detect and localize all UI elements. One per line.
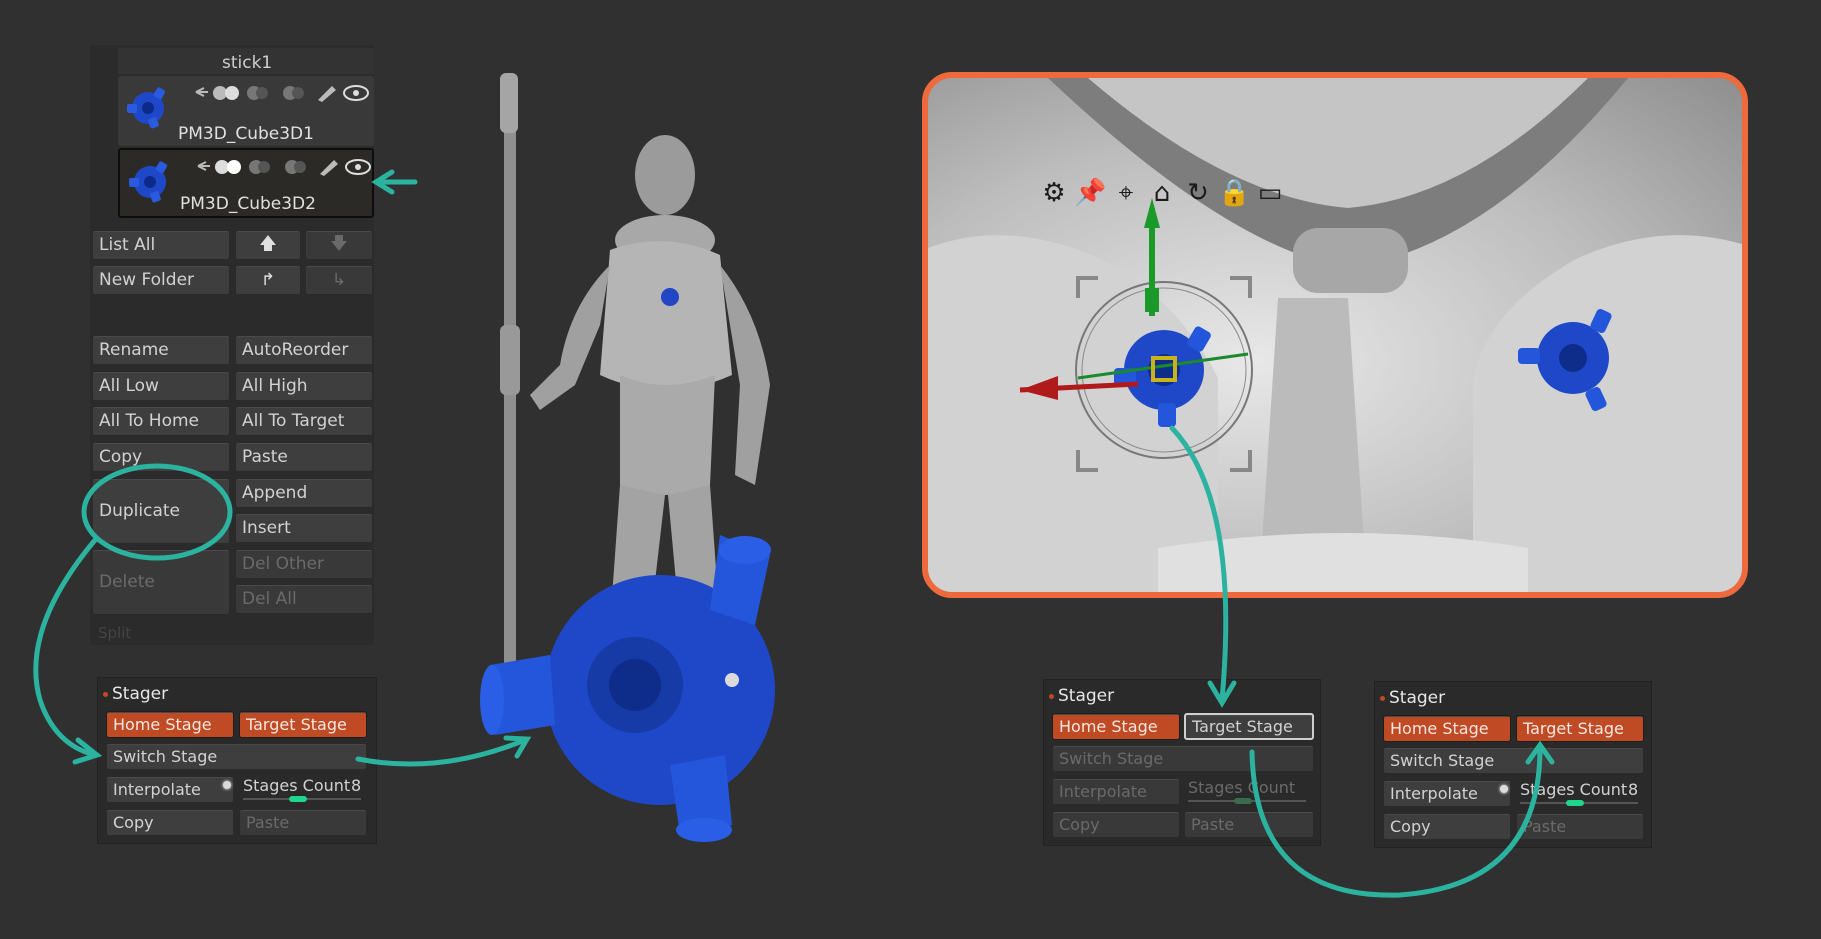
home-stage-button[interactable]: Home Stage <box>1052 713 1180 740</box>
subtool-item-pm3d-cube3d2[interactable]: PM3D_Cube3D2 <box>118 148 374 218</box>
all-high-button[interactable]: All High <box>235 371 373 401</box>
toggle-indicator-icon <box>1500 785 1508 793</box>
subtool-item-stick1[interactable]: stick1 <box>118 48 374 74</box>
list-all-button[interactable]: List All <box>92 230 230 260</box>
insert-button[interactable]: Insert <box>235 513 373 543</box>
interpolate-label: Interpolate <box>113 780 201 799</box>
stages-count-slider[interactable]: Stages Count 8 <box>1516 780 1644 807</box>
stager-copy-button[interactable]: Copy <box>1383 813 1511 840</box>
all-low-button[interactable]: All Low <box>92 371 230 401</box>
stager-title: Stager <box>112 684 169 704</box>
subtool-visibility-controls[interactable] <box>196 156 374 178</box>
move-into-folder-button[interactable]: ↱ <box>235 265 301 295</box>
all-to-home-button[interactable]: All To Home <box>92 406 230 436</box>
location-pin-icon[interactable]: ⌖ <box>1110 178 1142 209</box>
stages-count-slider[interactable]: Stages Count <box>1184 778 1314 805</box>
subtool-item-label: PM3D_Cube3D1 <box>178 124 314 144</box>
stager-copy-button[interactable]: Copy <box>106 809 234 836</box>
home-icon[interactable]: ⌂ <box>1146 178 1178 209</box>
copy-button[interactable]: Copy <box>92 442 230 472</box>
viewport-render <box>928 78 1742 592</box>
stager-paste-button[interactable]: Paste <box>1516 813 1644 840</box>
gear-icon[interactable]: ⚙ <box>1038 178 1070 209</box>
autoreorder-button[interactable]: AutoReorder <box>235 335 373 365</box>
slider-knob[interactable] <box>1234 798 1252 804</box>
minus-bar-icon[interactable]: ▭ <box>1254 178 1286 209</box>
append-button[interactable]: Append <box>235 478 373 508</box>
move-up-button[interactable]: 🡅 <box>235 230 301 260</box>
stager-paste-button[interactable]: Paste <box>239 809 367 836</box>
target-stage-button[interactable]: Target Stage <box>1516 715 1644 742</box>
target-stage-button[interactable]: Target Stage <box>239 711 367 738</box>
interpolate-toggle[interactable]: Interpolate <box>1052 778 1180 805</box>
move-out-folder-button[interactable]: ↳ <box>305 265 373 295</box>
arrow-up-icon: 🡅 <box>259 233 277 254</box>
cube3d-thumbnail-icon <box>129 161 168 203</box>
toggle-indicator-icon <box>223 781 231 789</box>
stager-title: Stager <box>1389 688 1446 708</box>
switch-stage-button[interactable]: Switch Stage <box>1052 745 1314 772</box>
pin-icon[interactable]: 📌 <box>1074 178 1106 209</box>
move-down-button[interactable]: 🡇 <box>305 230 373 260</box>
switch-stage-button[interactable]: Switch Stage <box>1383 747 1644 774</box>
home-stage-button[interactable]: Home Stage <box>1383 715 1511 742</box>
stager-copy-button[interactable]: Copy <box>1052 811 1180 838</box>
duplicate-button[interactable]: Duplicate <box>92 478 230 544</box>
stager-indicator-icon <box>1380 696 1385 701</box>
turn-right-arrow-icon: ↱ <box>260 270 276 290</box>
stager-paste-button[interactable]: Paste <box>1184 811 1314 838</box>
del-all-button[interactable]: Del All <box>235 584 373 614</box>
target-stage-button[interactable]: Target Stage <box>1184 713 1314 740</box>
stager-panel-2: Stager Home Stage Target Stage Switch St… <box>1043 679 1321 846</box>
interpolate-label: Interpolate <box>1390 784 1478 803</box>
stager-panel-3: Stager Home Stage Target Stage Switch St… <box>1374 681 1652 848</box>
stager-indicator-icon <box>103 692 108 697</box>
subtool-item-label: PM3D_Cube3D2 <box>180 194 316 214</box>
all-to-target-button[interactable]: All To Target <box>235 406 373 436</box>
lock-icon[interactable]: 🔒 <box>1218 178 1250 209</box>
stages-count-value: 8 <box>351 776 362 795</box>
cube3d-thumbnail-icon <box>127 87 166 129</box>
stager-panel-1: Stager Home Stage Target Stage Switch St… <box>97 677 377 844</box>
reset-icon[interactable]: ↻ <box>1182 178 1214 209</box>
arrow-duplicate-to-stager <box>33 537 98 758</box>
del-other-button[interactable]: Del Other <box>235 549 373 579</box>
stager-title: Stager <box>1058 686 1115 706</box>
slider-knob[interactable] <box>1566 800 1584 806</box>
character-render <box>480 73 775 842</box>
subtool-item-pm3d-cube3d1[interactable]: PM3D_Cube3D1 <box>118 76 374 146</box>
arrow-down-icon: 🡇 <box>330 233 348 254</box>
delete-button[interactable]: Delete <box>92 549 230 615</box>
paste-button[interactable]: Paste <box>235 442 373 472</box>
interpolate-toggle[interactable]: Interpolate <box>106 776 234 803</box>
turn-down-arrow-icon: ↳ <box>331 270 347 290</box>
stager-indicator-icon <box>1049 694 1054 699</box>
stages-count-label: Stages Count <box>1188 778 1296 797</box>
new-folder-button[interactable]: New Folder <box>92 265 230 295</box>
viewport-zoom[interactable]: ⚙ 📌 ⌖ ⌂ ↻ 🔒 ▭ <box>922 72 1748 598</box>
gizmo-toolbar: ⚙ 📌 ⌖ ⌂ ↻ 🔒 ▭ <box>1038 178 1286 209</box>
stages-count-label: Stages Count <box>243 776 351 795</box>
split-label: Split <box>98 624 132 642</box>
home-stage-button[interactable]: Home Stage <box>106 711 234 738</box>
switch-stage-button[interactable]: Switch Stage <box>106 743 367 770</box>
stages-count-label: Stages Count <box>1520 780 1628 799</box>
subtool-item-label: stick1 <box>222 53 273 73</box>
stages-count-value: 8 <box>1628 780 1639 799</box>
stages-count-slider[interactable]: Stages Count 8 <box>239 776 367 803</box>
rename-button[interactable]: Rename <box>92 335 230 365</box>
slider-knob[interactable] <box>289 796 307 802</box>
subtool-visibility-controls[interactable] <box>194 82 372 104</box>
interpolate-toggle[interactable]: Interpolate <box>1383 780 1511 807</box>
